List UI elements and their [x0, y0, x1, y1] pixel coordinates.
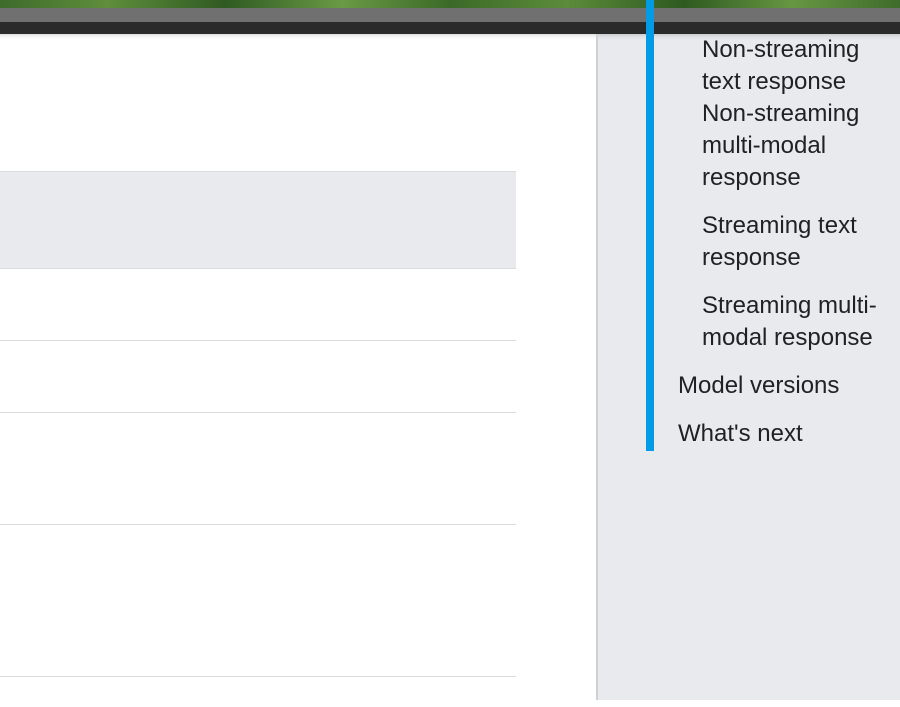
- toc-list: Non-streaming text response Non-streamin…: [646, 0, 900, 451]
- toc-item-whats-next[interactable]: What's next: [678, 418, 898, 450]
- toc-item-non-streaming-text-response[interactable]: Non-streaming text response: [702, 34, 900, 98]
- table-header: [0, 171, 516, 269]
- toc-item-non-streaming-multi-modal-response[interactable]: Non-streaming multi-modal response: [702, 98, 900, 194]
- table-row: [0, 677, 516, 707]
- toc-item-streaming-text-response[interactable]: Streaming text response: [702, 210, 900, 274]
- content-table: [0, 171, 516, 707]
- table-of-contents-sidebar: Non-streaming text response Non-streamin…: [596, 0, 900, 700]
- table-row: [0, 341, 516, 413]
- main-content: [0, 34, 597, 707]
- table-row: [0, 269, 516, 341]
- table-row: [0, 525, 516, 677]
- toc-item-streaming-multi-modal-response[interactable]: Streaming multi-modal response: [702, 290, 900, 354]
- table-row: [0, 413, 516, 525]
- toc-item-model-versions[interactable]: Model versions: [678, 370, 898, 402]
